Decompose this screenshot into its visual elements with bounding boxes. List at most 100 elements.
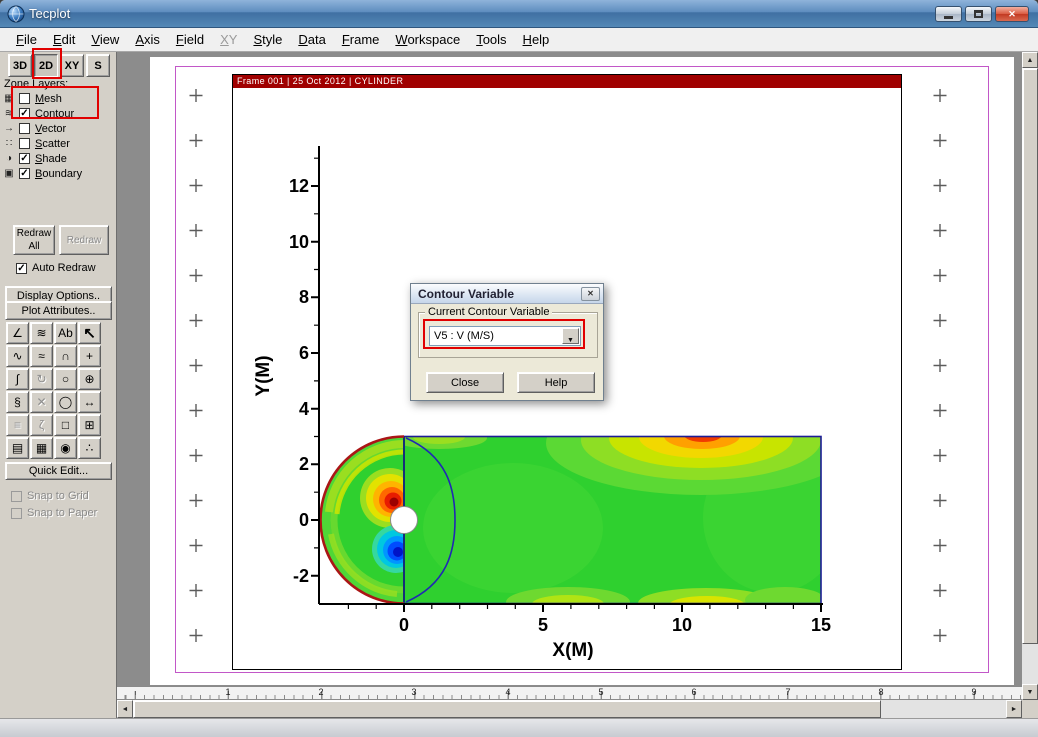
quick-edit-button[interactable]: Quick Edit... (5, 462, 112, 480)
dropdown-arrow-button[interactable]: ▼ (562, 328, 579, 344)
zone-layers-list: ▦ Mesh ≋ Contour → Vector ∷ Scatter ◑ (2, 91, 114, 181)
window-controls: ✕ (935, 6, 1029, 22)
menu-field[interactable]: Field (168, 29, 212, 50)
menu-edit[interactable]: Edit (45, 29, 83, 50)
mesh-checkbox[interactable] (19, 93, 30, 104)
tool-spline-button[interactable]: ∫ (6, 368, 29, 390)
menu-file[interactable]: File (8, 29, 45, 50)
vector-checkbox[interactable] (19, 123, 30, 134)
ruler-num-1: 1 (225, 687, 231, 697)
snap-to-paper-label: Snap to Paper (27, 507, 98, 519)
tool-axis-adjust-button[interactable]: ∠ (6, 322, 29, 344)
contour-variable-dropdown[interactable]: V5 : V (M/S) ▼ (429, 326, 581, 346)
y-tick-12: 12 (289, 176, 309, 196)
flow-domain (404, 436, 821, 604)
frame-header[interactable]: Frame 001 | 25 Oct 2012 | CYLINDER (233, 75, 901, 88)
tool-curve-button[interactable]: ≈ (30, 345, 53, 367)
tool-streamtrace-button[interactable]: § (6, 391, 29, 413)
mode-3d-button[interactable]: 3D (8, 54, 32, 77)
redraw-all-button[interactable]: Redraw All (13, 225, 55, 255)
mode-2d-button[interactable]: 2D (34, 54, 58, 77)
tool-scatter-button[interactable]: ∴ (78, 437, 101, 459)
zone-layer-mesh: ▦ Mesh (2, 91, 114, 106)
scatter-checkbox[interactable] (19, 138, 30, 149)
tool-mesh-button[interactable]: ▦ (30, 437, 53, 459)
tool-rectangle-button[interactable]: □ (54, 414, 77, 436)
ruler-num-7: 7 (785, 687, 791, 697)
y-tick-6: 6 (299, 343, 309, 363)
contour-variable-group: Current Contour Variable V5 : V (M/S) ▼ (418, 306, 598, 358)
vertical-scroll-thumb[interactable] (1022, 68, 1038, 644)
menu-tools[interactable]: Tools (468, 29, 514, 50)
tool-zigzag-button[interactable]: ∿ (6, 345, 29, 367)
tool-grid-button[interactable]: ⊞ (78, 414, 101, 436)
menu-axis[interactable]: Axis (127, 29, 168, 50)
y-tick-8: 8 (299, 287, 309, 307)
menu-data[interactable]: Data (290, 29, 333, 50)
horizontal-scroll-thumb[interactable] (133, 700, 881, 718)
mode-xy-button[interactable]: XY (60, 54, 84, 77)
tool-circle-button[interactable]: ○ (54, 368, 77, 390)
group-label: Current Contour Variable (425, 306, 553, 318)
contour-icon: ≋ (4, 108, 14, 119)
auto-redraw-checkbox[interactable] (16, 262, 27, 274)
boundary-checkbox[interactable] (19, 168, 30, 179)
scrollbar-corner (1022, 700, 1038, 718)
menu-style[interactable]: Style (245, 29, 290, 50)
close-button[interactable]: ✕ (995, 6, 1029, 22)
scroll-right-button[interactable]: ► (1006, 700, 1022, 718)
dialog-help-button[interactable]: Help (517, 372, 595, 393)
contour-variable-dialog: Contour Variable ✕ Current Contour Varia… (410, 283, 604, 401)
tool-crosshair-button[interactable]: + (78, 345, 101, 367)
menu-workspace[interactable]: Workspace (387, 29, 468, 50)
x-axis-label: X(M) (552, 640, 593, 661)
snap-to-grid-row: Snap to Grid (8, 490, 89, 502)
tool-select-button[interactable]: ↖ (78, 322, 101, 344)
window-titlebar[interactable]: Tecplot ✕ (0, 0, 1038, 28)
dialog-close-button[interactable]: ✕ (581, 287, 600, 301)
mode-s-button[interactable]: S (86, 54, 110, 77)
horizontal-scrollbar[interactable]: ◄ ► (117, 700, 1022, 718)
shade-checkbox[interactable] (19, 153, 30, 164)
tool-translate-button[interactable]: ↔ (78, 391, 101, 413)
minimize-icon (944, 15, 953, 19)
snap-to-grid-checkbox (11, 490, 22, 502)
zone-layer-shade: ◑ Shade (2, 151, 114, 166)
y-tick-0: 0 (299, 510, 309, 530)
snap-to-paper-checkbox (11, 507, 22, 519)
auto-redraw-row: Auto Redraw (13, 262, 96, 274)
menu-frame[interactable]: Frame (334, 29, 388, 50)
y-tick-4: 4 (299, 399, 309, 419)
scroll-down-button[interactable]: ▼ (1022, 684, 1038, 700)
tool-ellipse-button[interactable]: ◯ (54, 391, 77, 413)
mesh-icon: ▦ (4, 93, 14, 104)
tool-contour-flood-button[interactable]: ◉ (54, 437, 77, 459)
sidebar: 3D 2D XY S Zone Layers: ▦ Mesh ≋ Contour… (0, 48, 117, 718)
dialog-title: Contour Variable (418, 287, 515, 301)
menu-xy: XY (220, 32, 238, 47)
snap-to-paper-row: Snap to Paper (8, 507, 97, 519)
paper-grid-marks-left (188, 88, 204, 663)
plot-attributes-button[interactable]: Plot Attributes.. (5, 301, 112, 320)
contour-checkbox[interactable] (19, 108, 30, 119)
tool-contour-adjust-button[interactable]: ≋ (30, 322, 53, 344)
vector-icon: → (4, 123, 14, 134)
tool-text-button[interactable]: Ab (54, 322, 77, 344)
tool-frame-button[interactable]: ▤ (6, 437, 29, 459)
tecplot-window: Tecplot ✕ File Edit View Axis Field XY S… (0, 0, 1038, 737)
tool-extract-button: ζ (30, 414, 53, 436)
dialog-titlebar[interactable]: Contour Variable ✕ (411, 284, 603, 304)
menu-help[interactable]: Help (515, 29, 558, 50)
tool-zoom-button[interactable]: ⊕ (78, 368, 101, 390)
menu-view[interactable]: View (83, 29, 127, 50)
vertical-scrollbar[interactable]: ▲ ▼ (1022, 52, 1038, 700)
contour-label: Contour (35, 107, 75, 120)
dialog-close-action-button[interactable]: Close (426, 372, 504, 393)
shade-icon: ◑ (5, 153, 13, 164)
scroll-left-button[interactable]: ◄ (117, 700, 133, 718)
x-tick-labels: 0 5 10 15 (399, 615, 831, 635)
maximize-button[interactable] (965, 6, 992, 22)
tool-arc-button[interactable]: ∩ (54, 345, 77, 367)
minimize-button[interactable] (935, 6, 962, 22)
scroll-up-button[interactable]: ▲ (1022, 52, 1038, 68)
